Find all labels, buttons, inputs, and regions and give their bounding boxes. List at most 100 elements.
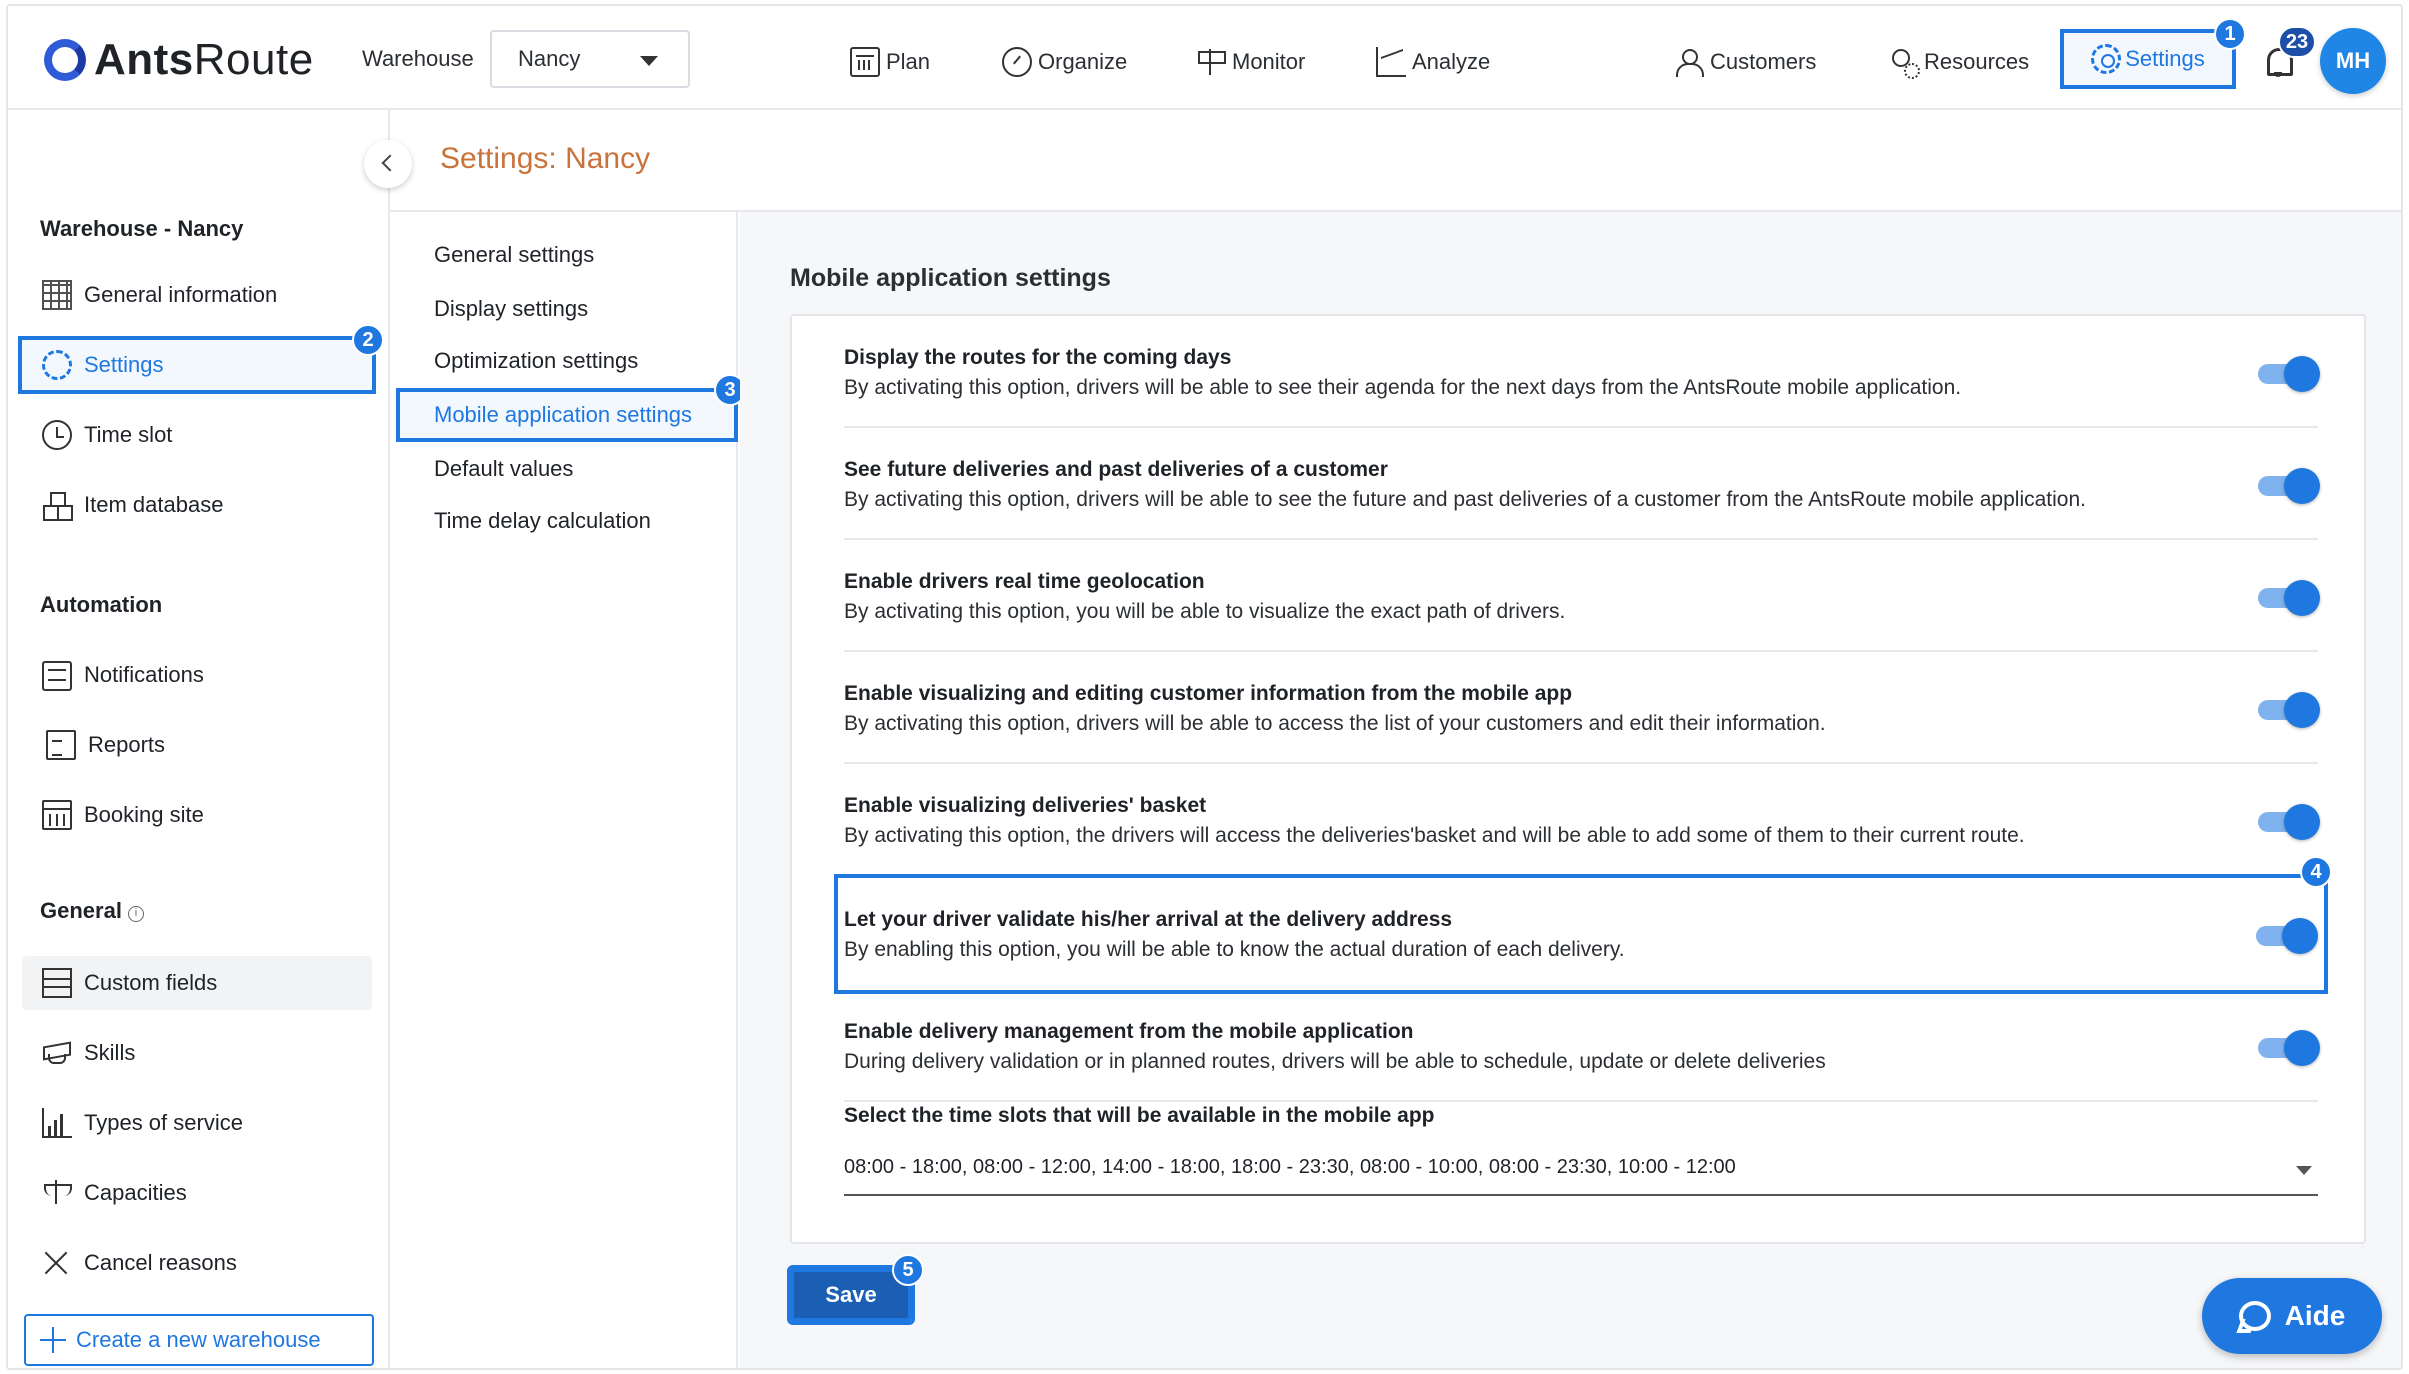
app-frame: AntsRoute Warehouse Nancy Plan Organize … <box>6 4 2403 1370</box>
setting-toggle[interactable] <box>2258 356 2320 392</box>
setting-toggle[interactable] <box>2258 804 2320 840</box>
signpost-icon <box>1196 47 1226 77</box>
nav-customers[interactable]: Customers <box>1674 42 1816 82</box>
sidebar-item-label: Reports <box>88 732 166 757</box>
nav-organize-label: Organize <box>1038 49 1128 74</box>
setting-toggle[interactable] <box>2256 918 2318 954</box>
nav-analyze[interactable]: Analyze <box>1376 42 1490 82</box>
submenu-time-delay-calculation[interactable]: Time delay calculation <box>434 508 651 534</box>
setting-row: Display the routes for the coming days B… <box>844 316 2320 428</box>
caret-down-icon <box>2296 1166 2312 1175</box>
nav-monitor[interactable]: Monitor <box>1196 42 1305 82</box>
create-warehouse-button[interactable]: Create a new warehouse <box>24 1314 374 1366</box>
setting-description: By activating this option, the drivers w… <box>844 824 2025 847</box>
message-icon <box>42 661 72 691</box>
setting-toggle[interactable] <box>2258 1030 2320 1066</box>
setting-toggle[interactable] <box>2258 580 2320 616</box>
chat-bubble-icon <box>2238 1301 2271 1331</box>
building-icon <box>42 280 72 310</box>
chart-icon <box>1376 47 1406 77</box>
time-slots-value: 08:00 - 18:00, 08:00 - 12:00, 14:00 - 18… <box>844 1156 1736 1178</box>
submenu-display-settings[interactable]: Display settings <box>434 296 588 322</box>
step-badge-5: 5 <box>892 1254 924 1286</box>
sidebar-item-label: Custom fields <box>84 970 218 995</box>
sidebar-item-item-database[interactable]: Item database <box>22 478 372 532</box>
section-title: Mobile application settings <box>790 264 1111 292</box>
user-avatar[interactable]: MH <box>2320 28 2386 94</box>
collapse-sidebar-button[interactable] <box>364 140 412 188</box>
setting-toggle[interactable] <box>2258 692 2320 728</box>
setting-title: Enable delivery management from the mobi… <box>844 1020 1414 1043</box>
setting-title: Enable visualizing and editing customer … <box>844 682 1573 705</box>
step-badge-4: 4 <box>2300 856 2332 888</box>
info-icon[interactable]: i <box>127 906 144 922</box>
setting-row: Enable visualizing deliveries' basket By… <box>844 764 2320 876</box>
graduation-cap-icon <box>42 1038 72 1068</box>
time-slots-select[interactable]: 08:00 - 18:00, 08:00 - 12:00, 14:00 - 18… <box>844 1136 2318 1196</box>
sidebar-item-custom-fields[interactable]: Custom fields <box>22 956 372 1010</box>
sidebar-item-general-information[interactable]: General information <box>22 268 372 322</box>
submenu-mobile-application-settings[interactable]: Mobile application settings <box>396 388 738 442</box>
nav-organize[interactable]: Organize <box>1002 42 1127 82</box>
nav-plan[interactable]: Plan <box>850 42 930 82</box>
setting-toggle[interactable] <box>2258 468 2320 504</box>
sidebar-item-notifications[interactable]: Notifications <box>22 648 372 702</box>
top-navbar: AntsRoute Warehouse Nancy Plan Organize … <box>8 6 2401 110</box>
setting-row: See future deliveries and past deliverie… <box>844 428 2320 540</box>
submenu-default-values[interactable]: Default values <box>434 456 573 482</box>
calendar-icon <box>850 47 880 77</box>
warehouse-select-value: Nancy <box>518 46 581 71</box>
sidebar-item-settings[interactable]: Settings <box>18 336 376 394</box>
nav-customers-label: Customers <box>1710 49 1817 74</box>
submenu-optimization-settings[interactable]: Optimization settings <box>434 348 638 374</box>
create-warehouse-label: Create a new warehouse <box>76 1327 321 1352</box>
help-chat-label: Aide <box>2284 1300 2346 1331</box>
caret-down-icon <box>640 56 658 66</box>
user-cog-icon <box>1888 47 1920 79</box>
gear-icon <box>2091 44 2122 74</box>
setting-row: Enable drivers real time geolocation By … <box>844 540 2320 652</box>
warehouse-select[interactable]: Nancy <box>490 30 690 88</box>
setting-description: During delivery validation or in planned… <box>844 1050 1826 1073</box>
setting-description: By activating this option, drivers will … <box>844 376 1962 399</box>
step-badge-1: 1 <box>2214 18 2246 50</box>
sidebar-item-label: Skills <box>84 1040 136 1065</box>
nav-monitor-label: Monitor <box>1232 49 1306 74</box>
sidebar-item-reports[interactable]: Reports <box>22 718 372 772</box>
help-chat-button[interactable]: Aide <box>2202 1278 2382 1354</box>
form-fields-icon <box>42 968 72 998</box>
sidebar-item-label: Time slot <box>84 422 173 447</box>
sidebar-item-cancel-reasons[interactable]: Cancel reasons <box>22 1236 372 1290</box>
nav-resources[interactable]: Resources <box>1888 42 2029 82</box>
cogs-icon <box>42 350 72 380</box>
sidebar-section-general-label: General <box>40 898 122 923</box>
submenu-general-settings[interactable]: General settings <box>434 242 594 268</box>
calendar-icon <box>42 800 72 830</box>
sidebar-section-general: General i <box>40 898 144 924</box>
sidebar-item-label: Cancel reasons <box>84 1250 237 1275</box>
sidebar-item-label: Item database <box>84 492 224 517</box>
sidebar-section-automation: Automation <box>40 592 163 617</box>
setting-description: By activating this option, drivers will … <box>844 712 1826 735</box>
boxes-icon <box>42 490 73 521</box>
nav-settings[interactable]: Settings <box>2060 29 2236 89</box>
scale-icon <box>42 1178 72 1208</box>
clock-icon <box>42 420 72 450</box>
sidebar-item-label: General information <box>84 282 278 307</box>
sidebar-item-label: Types of service <box>84 1110 243 1135</box>
setting-description: By activating this option, drivers will … <box>844 488 2086 511</box>
mobile-settings-card: Display the routes for the coming days B… <box>790 314 2366 1244</box>
logo-text: AntsRoute <box>94 35 314 84</box>
setting-row: Enable visualizing and editing customer … <box>844 652 2320 764</box>
nav-resources-label: Resources <box>1924 49 2030 74</box>
warehouse-label: Warehouse <box>362 46 474 71</box>
setting-description: By enabling this option, you will be abl… <box>844 938 1625 961</box>
left-sidebar: Warehouse - Nancy General information Se… <box>8 110 390 1368</box>
sidebar-item-capacities[interactable]: Capacities <box>22 1166 372 1220</box>
sidebar-item-skills[interactable]: Skills <box>22 1026 372 1080</box>
antsroute-logo[interactable]: AntsRoute <box>44 32 314 88</box>
sidebar-item-booking-site[interactable]: Booking site <box>22 788 372 842</box>
setting-title: Enable drivers real time geolocation <box>844 570 1205 593</box>
sidebar-item-types-of-service[interactable]: Types of service <box>22 1096 372 1150</box>
sidebar-item-time-slot[interactable]: Time slot <box>22 408 372 462</box>
